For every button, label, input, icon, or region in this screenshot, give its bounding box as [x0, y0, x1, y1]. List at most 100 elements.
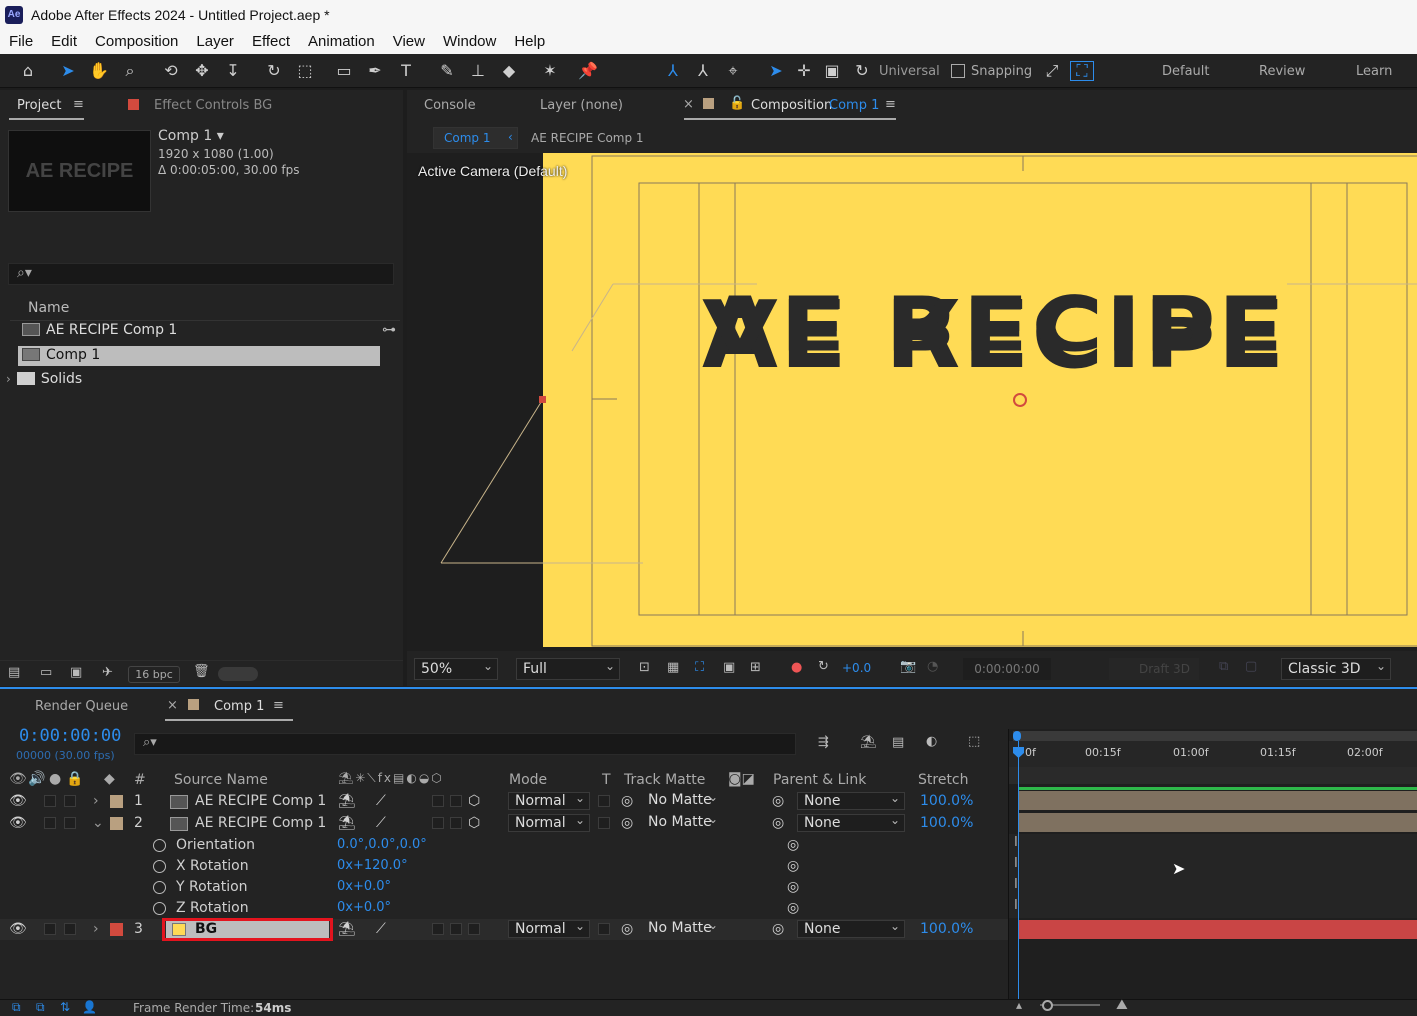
property-row-orientation[interactable]: Orientation 0.0°,0.0°,0.0° ◎: [0, 835, 1008, 856]
matte-pickwhip-icon[interactable]: ◎: [621, 921, 633, 937]
mask-path-icon[interactable]: ⛶: [695, 660, 704, 675]
column-stretch[interactable]: Stretch: [918, 772, 969, 788]
project-search-input[interactable]: ⌕▾: [8, 263, 394, 285]
column-t[interactable]: T: [602, 772, 611, 788]
property-value[interactable]: 0x+120.0°: [337, 858, 408, 873]
workspace-default[interactable]: Default: [1162, 64, 1210, 79]
parent-pickwhip-icon[interactable]: ◎: [772, 815, 784, 831]
parent-pickwhip-icon[interactable]: ◎: [772, 793, 784, 809]
bit-depth-button[interactable]: 16 bpc: [128, 666, 180, 683]
transfer-controls-icon[interactable]: ⧉: [36, 1000, 45, 1015]
menu-view[interactable]: View: [384, 33, 434, 50]
close-icon[interactable]: ×: [683, 97, 694, 112]
renderer-dropdown[interactable]: Classic 3D: [1281, 656, 1391, 680]
audio-toggle[interactable]: [44, 795, 56, 807]
transparency-grid-icon[interactable]: ▦: [667, 660, 679, 675]
rotate-tool-icon[interactable]: ↻: [262, 60, 286, 82]
puppet-pin-tool-icon[interactable]: 📌: [576, 60, 600, 82]
tab-composition-name[interactable]: Comp 1: [829, 98, 879, 113]
tab-project[interactable]: Project: [17, 98, 61, 113]
eye-icon[interactable]: 👁: [9, 793, 27, 809]
chevron-right-icon[interactable]: ›: [93, 921, 99, 937]
layer-row-3[interactable]: 👁 › 3 BG ⛱ ⟋ Normal ◎ No Matte ◎ None 10…: [0, 917, 1008, 941]
new-composition-icon[interactable]: ▣: [70, 665, 82, 680]
parent-dropdown[interactable]: None: [797, 812, 905, 832]
tab-effect-controls[interactable]: Effect Controls BG: [154, 98, 272, 113]
tab-render-queue[interactable]: Render Queue: [35, 699, 128, 714]
eye-icon[interactable]: 👁: [9, 921, 27, 937]
view-axis-icon[interactable]: ⌖: [721, 60, 745, 82]
region-of-interest-icon[interactable]: ▣: [723, 660, 735, 675]
frame-blend-switch[interactable]: [450, 817, 462, 829]
menu-edit[interactable]: Edit: [42, 33, 86, 50]
audio-switch-icon[interactable]: 🔊: [28, 771, 45, 787]
panel-menu-icon[interactable]: ≡: [885, 97, 896, 112]
grid-guides-icon[interactable]: ⊞: [750, 660, 761, 675]
preserve-transparency-toggle[interactable]: [598, 923, 610, 935]
zoom-in-icon[interactable]: ⛰: [1116, 997, 1128, 1013]
menu-window[interactable]: Window: [434, 33, 505, 50]
menu-help[interactable]: Help: [505, 33, 554, 50]
layer-bar-3[interactable]: [1019, 920, 1417, 939]
column-track-matte[interactable]: Track Matte: [624, 772, 705, 788]
lock-switch-icon[interactable]: 🔒: [66, 771, 83, 787]
layer-bar-2[interactable]: [1019, 813, 1417, 832]
shy-switch-icon[interactable]: ⛱: [338, 921, 356, 937]
viewer-timecode[interactable]: 0:00:00:00: [963, 658, 1051, 680]
chevron-down-icon[interactable]: ⌄: [92, 815, 104, 831]
3d-ground-plane-icon[interactable]: ▢: [1245, 659, 1257, 674]
effect-switch[interactable]: [432, 817, 444, 829]
column-source-name[interactable]: Source Name: [174, 772, 268, 788]
blend-mode-dropdown[interactable]: Normal: [508, 812, 590, 832]
snap-grid-icon[interactable]: ⛶: [1070, 61, 1094, 81]
column-number[interactable]: #: [134, 772, 146, 788]
frame-blend-switch[interactable]: [450, 923, 462, 935]
playhead-line[interactable]: [1018, 741, 1019, 999]
property-value[interactable]: 0x+0.0°: [337, 879, 391, 894]
eraser-tool-icon[interactable]: ◆: [497, 60, 521, 82]
layer-label-color[interactable]: [110, 817, 123, 830]
snapping-label[interactable]: Snapping: [971, 64, 1032, 79]
breadcrumb-comp-1[interactable]: Comp 1 ‹: [433, 127, 518, 149]
world-axis-icon[interactable]: ⅄: [691, 60, 715, 82]
stopwatch-icon[interactable]: [153, 902, 166, 915]
stretch-value[interactable]: 100.0%: [920, 921, 973, 937]
resolution-dropdown[interactable]: Full: [516, 656, 620, 680]
render-time-icon[interactable]: 👤: [82, 1000, 97, 1014]
close-icon[interactable]: ×: [167, 698, 178, 713]
selection-tool-icon[interactable]: ➤: [56, 60, 80, 82]
motion-blur-icon[interactable]: ◐: [926, 734, 937, 749]
brush-tool-icon[interactable]: ✎: [435, 60, 459, 82]
parent-pickwhip-icon[interactable]: ◎: [772, 921, 784, 937]
expression-pickwhip-icon[interactable]: ◎: [787, 879, 799, 895]
local-axis-icon[interactable]: ⅄: [661, 60, 685, 82]
orbit-camera-icon[interactable]: ⟲: [159, 60, 183, 82]
timeline-track-area[interactable]: 0f 00:15f 01:00f 01:15f 02:00f I I I I ➤: [1008, 729, 1417, 999]
stretch-value[interactable]: 100.0%: [920, 793, 973, 809]
frame-blending-icon[interactable]: ▤: [892, 735, 904, 750]
track-matte-dropdown[interactable]: No Matte: [642, 811, 722, 832]
track-matte-dropdown[interactable]: No Matte: [642, 789, 722, 810]
extended-viewer-icon[interactable]: ⧉: [1219, 659, 1228, 674]
flowchart-icon[interactable]: ⊶: [382, 322, 396, 338]
property-row-x-rotation[interactable]: X Rotation 0x+120.0° ◎: [0, 856, 1008, 877]
clone-stamp-tool-icon[interactable]: ⊥: [466, 60, 490, 82]
layer-name[interactable]: BG: [195, 921, 217, 937]
column-mode[interactable]: Mode: [509, 772, 547, 788]
eye-icon[interactable]: 👁: [9, 815, 27, 831]
dolly-camera-icon[interactable]: ↧: [221, 60, 245, 82]
tab-console[interactable]: Console: [424, 98, 476, 113]
selected-comp-name[interactable]: Comp 1 ▾: [158, 128, 224, 144]
pan-camera-icon[interactable]: ✥: [190, 60, 214, 82]
new-folder-icon[interactable]: ▭: [40, 665, 52, 680]
menu-animation[interactable]: Animation: [299, 33, 384, 50]
in-out-columns-icon[interactable]: ⇅: [60, 1000, 70, 1014]
blend-mode-dropdown[interactable]: Normal: [508, 918, 590, 938]
solo-toggle[interactable]: [64, 795, 76, 807]
workspace-learn[interactable]: Learn: [1356, 64, 1392, 79]
video-switch-icon[interactable]: 👁: [9, 771, 27, 787]
property-value[interactable]: 0.0°,0.0°,0.0°: [337, 837, 427, 852]
stopwatch-icon[interactable]: [153, 860, 166, 873]
chevron-right-icon[interactable]: ›: [6, 372, 11, 386]
exposure-value[interactable]: +0.0: [842, 661, 871, 675]
